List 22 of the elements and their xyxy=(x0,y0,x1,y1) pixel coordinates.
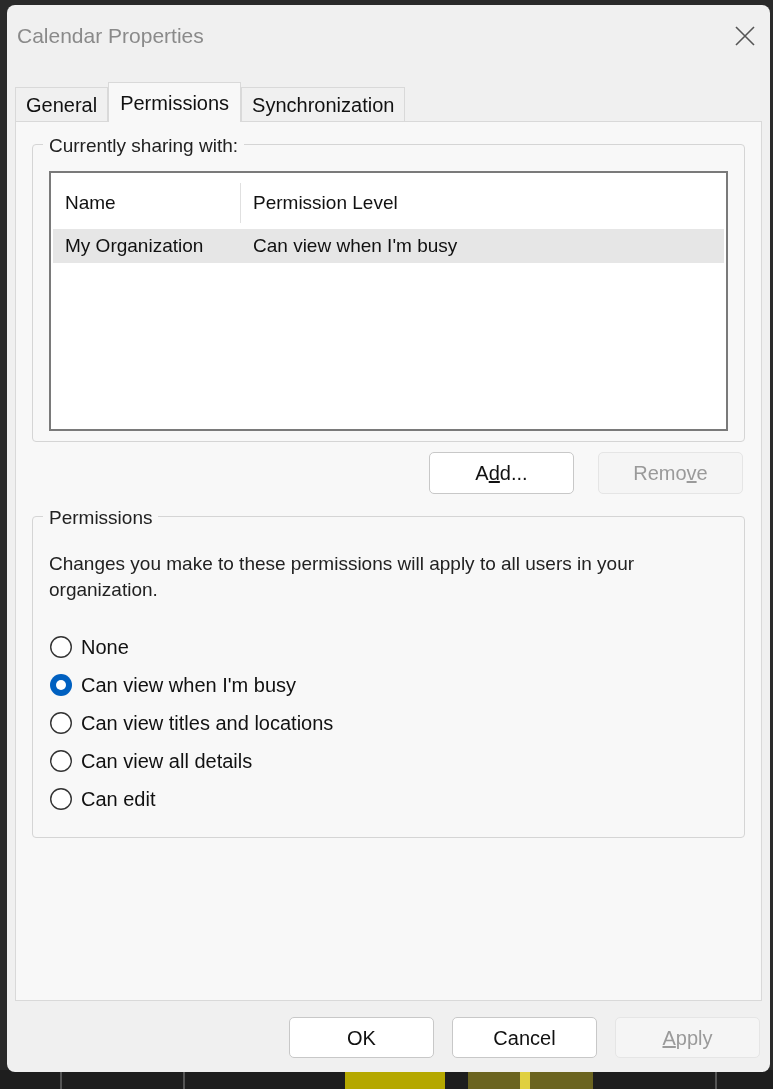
window-title: Calendar Properties xyxy=(17,23,204,50)
table-cell-text: My Organization xyxy=(64,233,205,258)
table-cell-text: Can view when I'm busy xyxy=(252,233,459,258)
radio-button[interactable] xyxy=(49,673,73,697)
tab[interactable]: General xyxy=(15,87,109,121)
radio-button[interactable] xyxy=(49,635,73,659)
radio-label[interactable]: Can view titles and locations xyxy=(81,708,334,738)
dialog-button[interactable]: OK xyxy=(289,1017,434,1058)
radio-button[interactable] xyxy=(49,787,73,811)
tab[interactable]: Permissions xyxy=(108,82,242,122)
dialog-button[interactable]: Cancel xyxy=(452,1017,597,1058)
permissions-note: Changes you make to these permissions will apply to all users in your organization. xyxy=(49,552,636,602)
radio-label[interactable]: Can view all details xyxy=(81,746,253,776)
radio-label[interactable]: None xyxy=(81,632,129,662)
radio-button[interactable] xyxy=(49,711,73,735)
radio-label[interactable]: Can edit xyxy=(81,784,156,814)
close-icon[interactable] xyxy=(734,25,756,47)
tab[interactable]: Synchronization xyxy=(241,87,406,121)
radio-label[interactable]: Can view when I'm busy xyxy=(81,670,297,700)
list-row[interactable]: My Organization Can view when I'm busy xyxy=(53,229,724,263)
radio-button[interactable] xyxy=(49,749,73,773)
dialog-button[interactable]: Add... xyxy=(429,452,574,494)
